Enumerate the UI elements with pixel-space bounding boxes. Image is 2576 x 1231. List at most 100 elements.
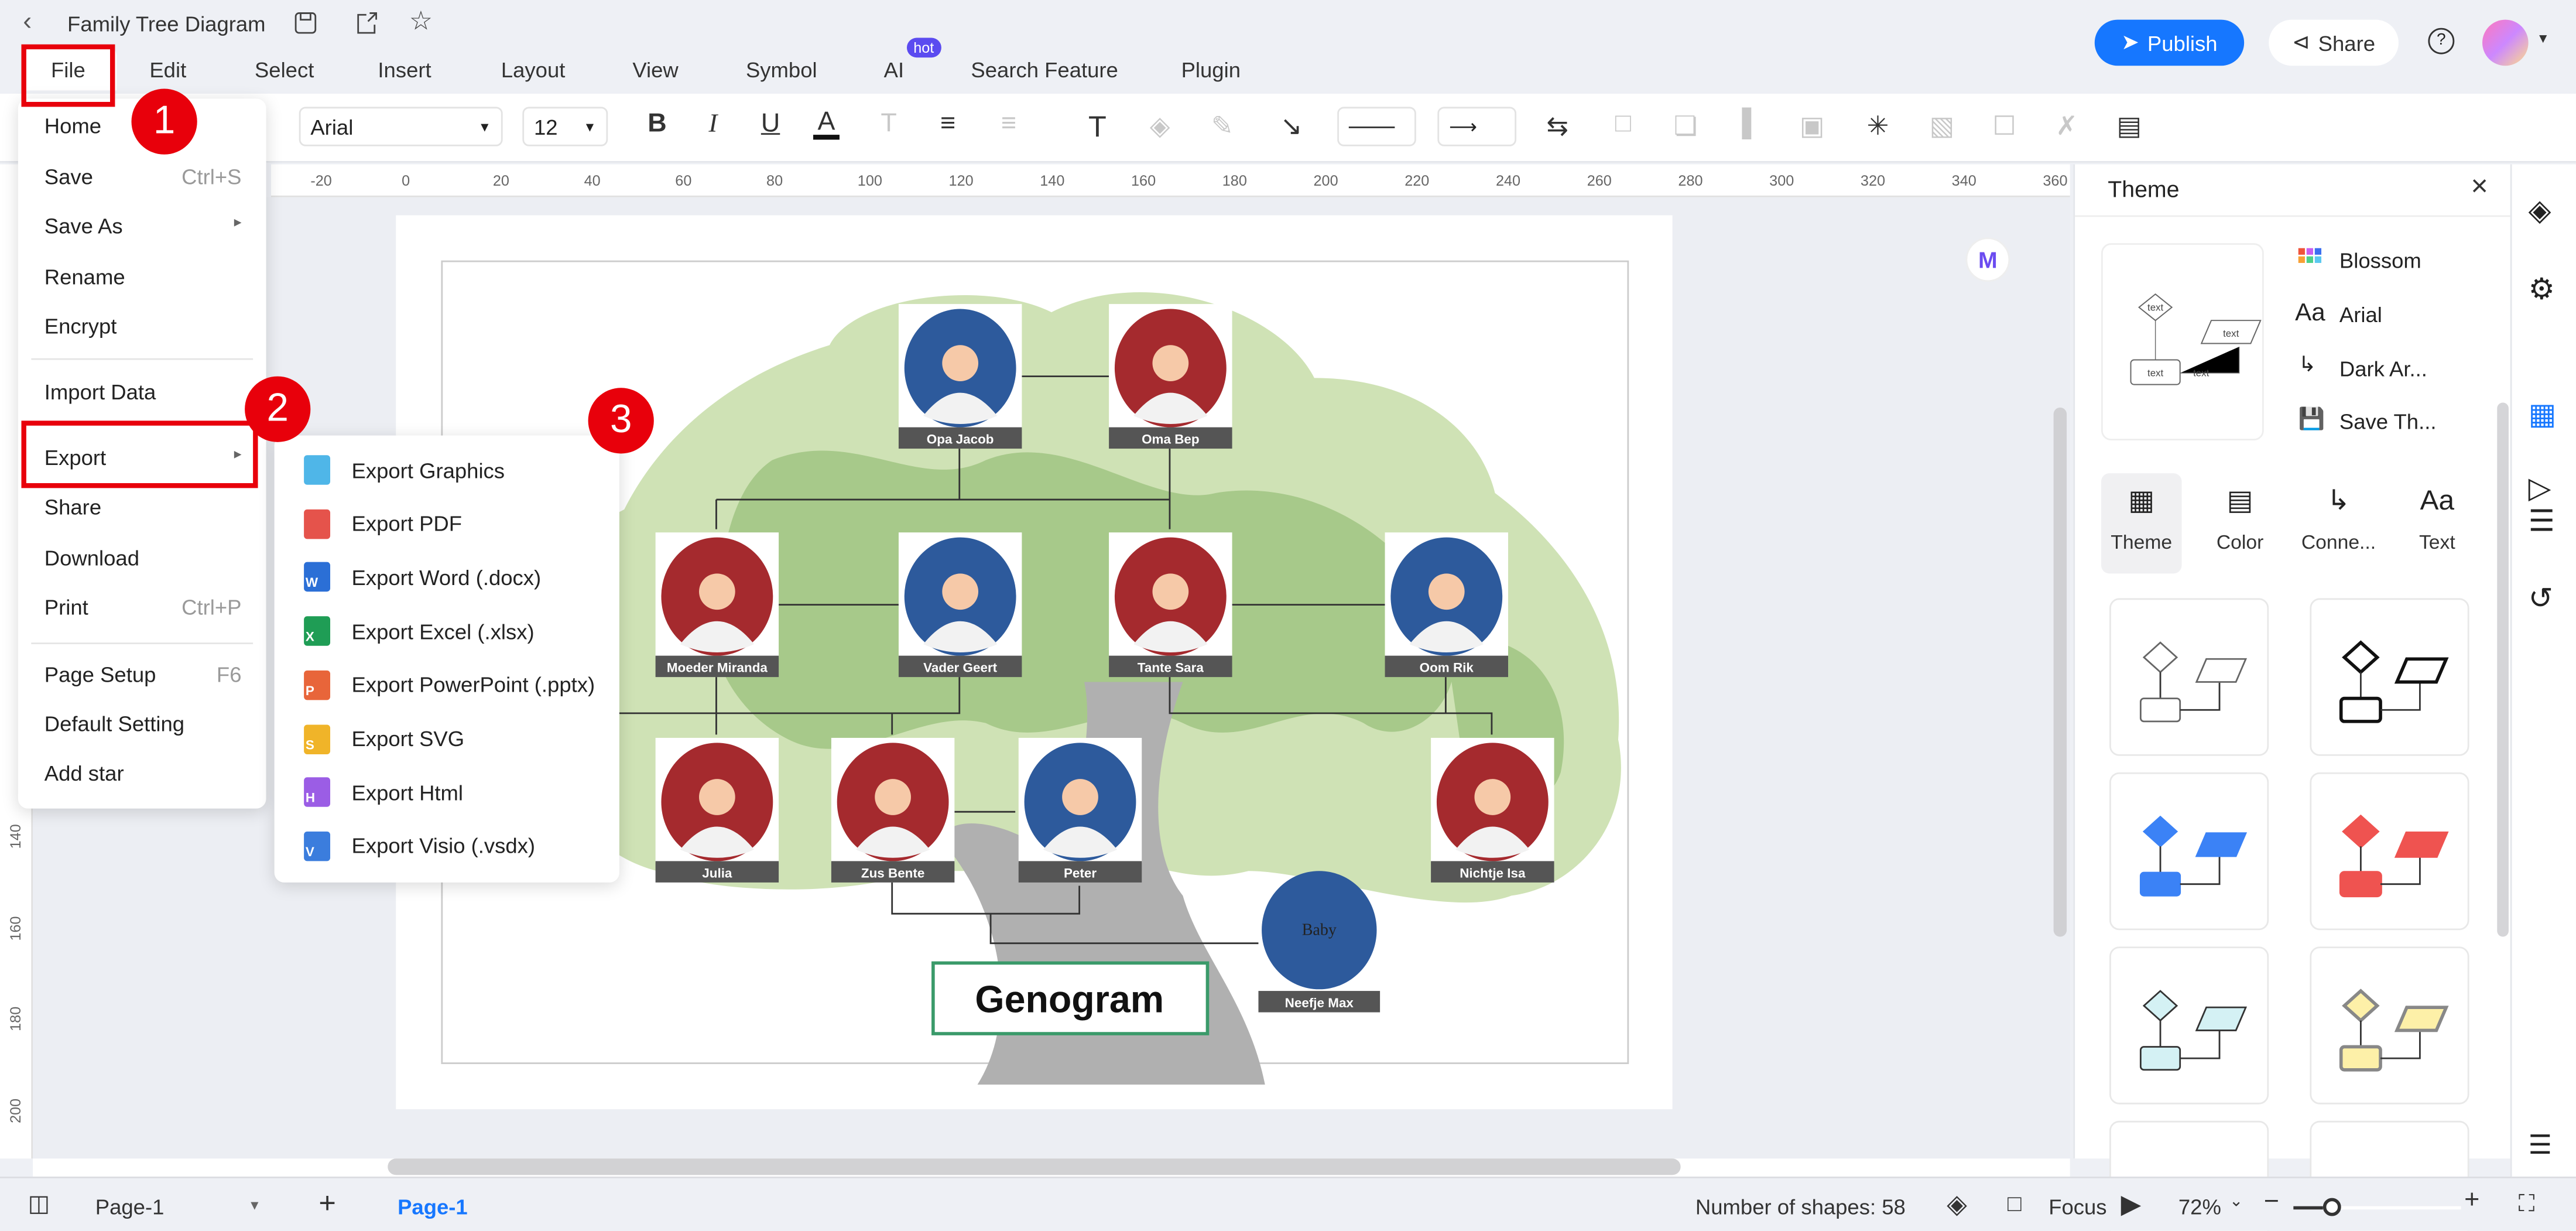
theme-card[interactable] [2310, 772, 2469, 931]
outline-icon[interactable]: ☰ [2529, 504, 2555, 539]
add-page-icon[interactable]: + [318, 1186, 336, 1221]
theme-font-label[interactable]: Arial [2339, 302, 2382, 327]
page-settings-icon[interactable]: ⚙ [2529, 273, 2555, 307]
panel-tab-theme[interactable]: ▦ Theme [2101, 485, 2181, 554]
layers-icon[interactable]: ◈ [1947, 1188, 1967, 1221]
person-node[interactable]: Julia [655, 737, 779, 883]
zoom-level[interactable]: 72% [2178, 1195, 2221, 1219]
person-name: Peter [1064, 866, 1097, 880]
play-icon[interactable]: ▶ [2121, 1188, 2142, 1221]
menu-item-label: Home [44, 113, 102, 138]
genogram-title: Genogram [975, 979, 1164, 1021]
focus-icon[interactable]: □ [2008, 1190, 2022, 1216]
file-menu-item-share[interactable]: Share [44, 495, 242, 519]
person-node[interactable]: Moeder Miranda [655, 532, 779, 678]
person-node[interactable]: Vader Geert [898, 532, 1022, 678]
theme-card[interactable] [2109, 946, 2269, 1105]
person-node[interactable]: Opa Jacob [898, 304, 1022, 449]
export-item-label: Export SVG [351, 726, 465, 751]
export-menu-item[interactable]: Export PDF [304, 509, 462, 539]
file-menu-item-print[interactable]: Print Ctrl+P [44, 595, 242, 620]
export-menu-item[interactable]: H Export Html [304, 777, 463, 808]
baby-node[interactable]: Baby Neefje Max [1258, 871, 1381, 1013]
font-icon: Aa [2295, 299, 2325, 327]
person-name: Moeder Miranda [667, 661, 768, 675]
theme-card-preview [2139, 815, 2248, 897]
file-menu-item-download[interactable]: Download [44, 546, 242, 570]
person-head-icon [698, 573, 735, 610]
panel-tab-color[interactable]: ▤ Color [2200, 485, 2280, 554]
person-head-icon [1062, 779, 1098, 815]
file-menu-item-add-star[interactable]: Add star [44, 761, 242, 785]
svg-file-icon: S [304, 724, 331, 754]
export-menu-item[interactable]: V Export Visio (.vsdx) [304, 831, 536, 861]
panel-settings-icon[interactable]: ☰ [2529, 1129, 2552, 1162]
file-menu-item-rename[interactable]: Rename [44, 265, 242, 289]
export-item-label: Export Visio (.vsdx) [351, 833, 536, 859]
connector-style-label[interactable]: Dark Ar... [2339, 357, 2427, 381]
page-panel-icon[interactable]: ◫ [28, 1190, 50, 1218]
image-file-icon [304, 455, 331, 485]
file-menu-item-save[interactable]: Save Ctrl+S [44, 165, 242, 189]
fullscreen-icon[interactable]: ⛶ [2519, 1190, 2535, 1218]
save-theme-label[interactable]: Save Th... [2339, 409, 2437, 434]
menu-item-label: Print [44, 594, 88, 620]
annotation-badge-1: 1 [131, 88, 197, 155]
export-menu-item[interactable]: W Export Word (.docx) [304, 562, 542, 593]
person-node[interactable]: Oom Rik [1385, 532, 1508, 678]
close-icon[interactable]: × [2471, 169, 2488, 204]
presentation-icon[interactable]: ▷ [2529, 471, 2551, 506]
export-menu-item[interactable]: P Export PowerPoint (.pptx) [304, 670, 595, 700]
current-theme-preview[interactable]: text text text text [2101, 243, 2264, 441]
file-menu-item-import-data[interactable]: Import Data [44, 379, 242, 404]
theme-card-preview [2339, 814, 2449, 898]
person-name: Julia [702, 866, 732, 880]
export-menu-item[interactable]: Export Graphics [304, 455, 505, 485]
person-node[interactable]: Zus Bente [831, 737, 955, 883]
theme-card[interactable] [2109, 598, 2269, 756]
theme-card[interactable] [2109, 772, 2269, 931]
zoom-slider[interactable] [2293, 1198, 2461, 1216]
horizontal-scrollbar[interactable] [388, 1158, 1681, 1175]
person-node[interactable]: Oma Bep [1109, 304, 1232, 449]
menu-item-label: Import Data [44, 379, 156, 405]
export-item-label: Export PowerPoint (.pptx) [351, 672, 595, 697]
focus-label[interactable]: Focus [2049, 1195, 2106, 1219]
right-icon-strip: ◈ ⚙ ▦ ▷ ☰ ↺ ☰ [2510, 164, 2576, 1177]
zoom-in-icon[interactable]: + [2464, 1186, 2479, 1216]
theme-card[interactable] [2310, 946, 2469, 1105]
person-node[interactable]: Peter [1018, 737, 1142, 883]
zoom-dropdown-icon[interactable]: ⌄ [2229, 1193, 2243, 1211]
page-select[interactable]: Page-1 [95, 1195, 165, 1219]
export-menu-item[interactable]: X Export Excel (.xlsx) [304, 616, 535, 647]
person-name: Oma Bep [1142, 432, 1200, 447]
theme-card[interactable] [2310, 598, 2469, 756]
export-item-label: Export Word (.docx) [351, 565, 542, 590]
person-node[interactable]: Nichtje Isa [1431, 737, 1554, 883]
theme-grid-icon[interactable]: ▦ [2529, 398, 2557, 432]
color-scheme-icon [2298, 248, 2322, 263]
page-dropdown-icon[interactable]: ▼ [248, 1198, 261, 1213]
file-menu-item-default-setting[interactable]: Default Setting [44, 712, 242, 736]
theme-card-preview [2339, 640, 2449, 723]
color-scheme-label[interactable]: Blossom [2339, 248, 2421, 273]
zoom-out-icon[interactable]: − [2264, 1188, 2279, 1218]
tab-icon: ▦ [2128, 484, 2155, 517]
excel-file-icon: X [304, 616, 331, 647]
panel-scrollbar[interactable] [2497, 402, 2509, 937]
panel-tab-conne[interactable]: ↳ Conne... [2298, 485, 2379, 554]
paint-bucket-icon[interactable]: ◈ [2529, 194, 2551, 228]
file-menu-item-page-setup[interactable]: Page Setup F6 [44, 662, 242, 687]
file-menu-item-encrypt[interactable]: Encrypt [44, 314, 242, 338]
canvas-vertical-scrollbar[interactable] [2053, 407, 2067, 937]
history-icon[interactable]: ↺ [2529, 582, 2553, 616]
person-node[interactable]: Tante Sara [1109, 532, 1232, 678]
file-menu-item-save-as[interactable]: Save As ▸ [44, 214, 242, 238]
connector-style-icon: ↳ [2298, 351, 2317, 377]
submenu-arrow-icon: ▸ [234, 213, 242, 230]
person-head-icon [1428, 573, 1465, 610]
panel-tab-text[interactable]: Aa Text [2397, 485, 2477, 554]
annotation-box-file [21, 44, 115, 107]
export-menu-item[interactable]: S Export SVG [304, 724, 464, 754]
page-tab-active[interactable]: Page-1 [398, 1195, 468, 1219]
